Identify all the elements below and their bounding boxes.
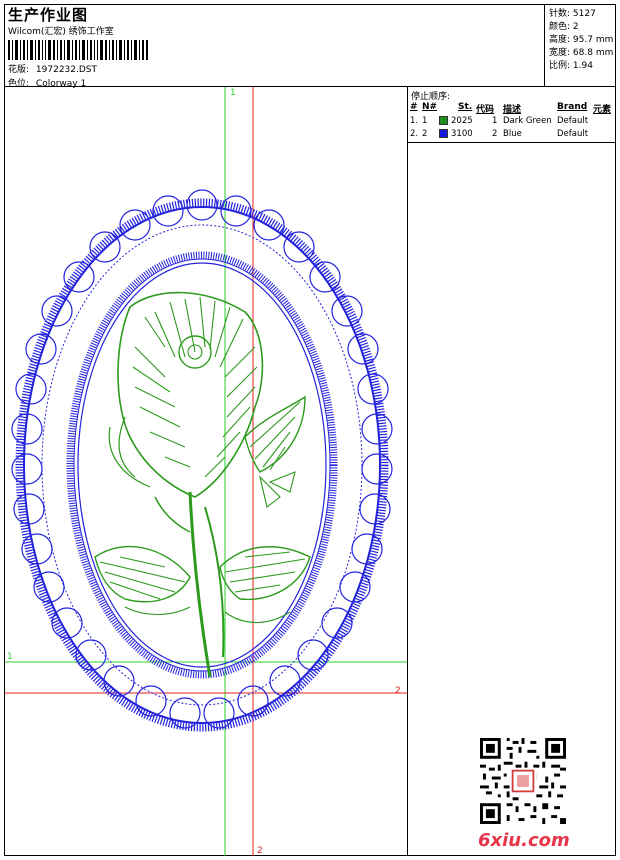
stat-stitches: 针数: 5127 xyxy=(549,9,596,19)
embroidery-canvas: 1 1 2 2 xyxy=(5,87,407,856)
col-st: St. xyxy=(458,102,473,112)
swatch-blue xyxy=(439,129,448,138)
swatch-dark-green xyxy=(439,116,448,125)
panel-divider xyxy=(408,142,616,143)
stop-sequence-title: 停止顺序: xyxy=(411,92,451,102)
watermark-text: 6xiu.com xyxy=(478,830,570,851)
axis-label-h1: 1 xyxy=(7,652,13,662)
col-code: 代码 xyxy=(476,105,495,115)
header: 生产作业图 Wilcom(汇宏) 绣饰工作室 花版: 1972232.DST 色… xyxy=(6,4,546,89)
design-label: 花版: xyxy=(8,65,30,75)
stat-colors: 颜色: 2 xyxy=(549,22,579,32)
design-file: 花版: 1972232.DST xyxy=(8,62,97,75)
col-brand: Brand xyxy=(557,102,588,112)
col-index: # xyxy=(410,102,418,112)
blue-frame xyxy=(11,189,393,732)
qr-code-icon xyxy=(480,738,566,824)
barcode-icon xyxy=(8,40,148,60)
design-value: 1972232.DST xyxy=(35,65,98,75)
axis-label-h2: 2 xyxy=(395,686,401,696)
canvas-divider xyxy=(407,87,408,856)
rose-design xyxy=(94,291,311,678)
axis-label-v1: 1 xyxy=(230,88,236,98)
page-title: 生产作业图 xyxy=(8,6,89,24)
stats-box: 针数: 5127 颜色: 2 高度: 95.7 mm 宽度: 68.8 mm 比… xyxy=(544,4,617,86)
stat-width: 宽度: 68.8 mm xyxy=(549,48,614,58)
studio-name: Wilcom(汇宏) 绣饰工作室 xyxy=(8,27,114,37)
col-n: N# xyxy=(422,102,438,112)
axis-label-v2: 2 xyxy=(257,846,263,856)
col-element: 元素 xyxy=(593,105,612,115)
col-desc: 描述 xyxy=(503,105,522,115)
stat-height: 高度: 95.7 mm xyxy=(549,35,614,45)
stop-sequence-panel: 停止顺序: # N# St. 代码 描述 Brand 元素 1. 1 2025 … xyxy=(408,87,616,143)
stat-scale: 比例: 1.94 xyxy=(549,61,593,71)
